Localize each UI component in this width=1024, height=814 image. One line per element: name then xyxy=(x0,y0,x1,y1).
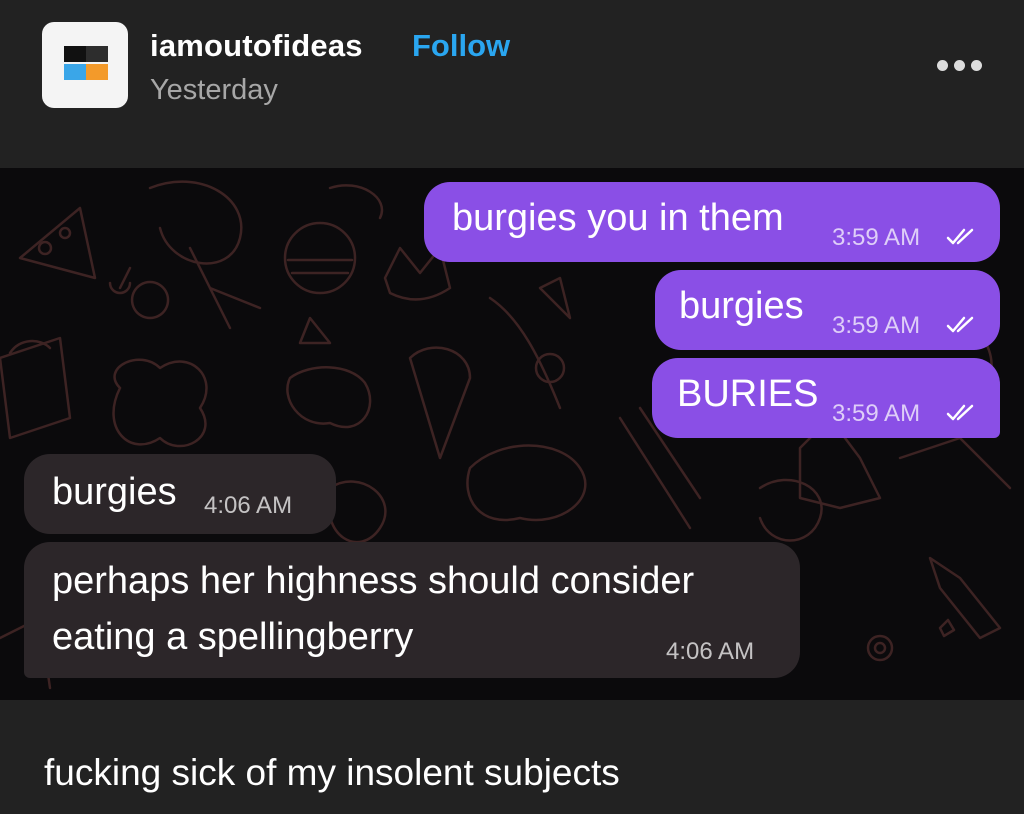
message-time: 4:06 AM xyxy=(204,492,293,519)
message-time: 3:59 AM xyxy=(832,224,921,251)
chat-screenshot: burgies you in them 3:59 AM burgies 3:59… xyxy=(0,168,1024,700)
chat-bubble-incoming: burgies 4:06 AM xyxy=(24,454,336,534)
chat-bubble-outgoing: BURIES 3:59 AM xyxy=(652,358,1000,438)
avatar[interactable] xyxy=(42,22,128,108)
avatar-block-icon xyxy=(64,46,86,62)
chat-bubble-outgoing: burgies you in them 3:59 AM xyxy=(424,182,1000,262)
avatar-block-icon xyxy=(86,64,108,80)
double-check-icon xyxy=(946,316,974,333)
avatar-block-icon xyxy=(64,64,86,80)
post-timestamp: Yesterday xyxy=(150,74,278,106)
double-check-icon xyxy=(946,228,974,245)
chat-bubble-outgoing: burgies 3:59 AM xyxy=(655,270,1000,350)
double-check-icon xyxy=(946,404,974,421)
message-time: 3:59 AM xyxy=(832,400,921,427)
message-text: burgies xyxy=(679,285,804,327)
message-time: 4:06 AM xyxy=(666,638,755,665)
follow-button[interactable]: Follow xyxy=(412,28,510,64)
username[interactable]: iamoutofideas xyxy=(150,28,363,64)
message-text: eating a spellingberry xyxy=(52,616,414,658)
message-text: burgies you in them xyxy=(452,197,784,239)
post-header: iamoutofideas Follow Yesterday xyxy=(0,0,1024,168)
avatar-block-icon xyxy=(86,46,108,62)
message-text: BURIES xyxy=(677,373,819,415)
message-time: 3:59 AM xyxy=(832,312,921,339)
post-caption: fucking sick of my insolent subjects xyxy=(44,752,620,793)
message-text: perhaps her highness should consider xyxy=(52,560,695,602)
message-text: burgies xyxy=(52,471,177,513)
ellipsis-icon[interactable] xyxy=(930,50,988,80)
chat-bubble-incoming: perhaps her highness should consider eat… xyxy=(24,542,800,678)
